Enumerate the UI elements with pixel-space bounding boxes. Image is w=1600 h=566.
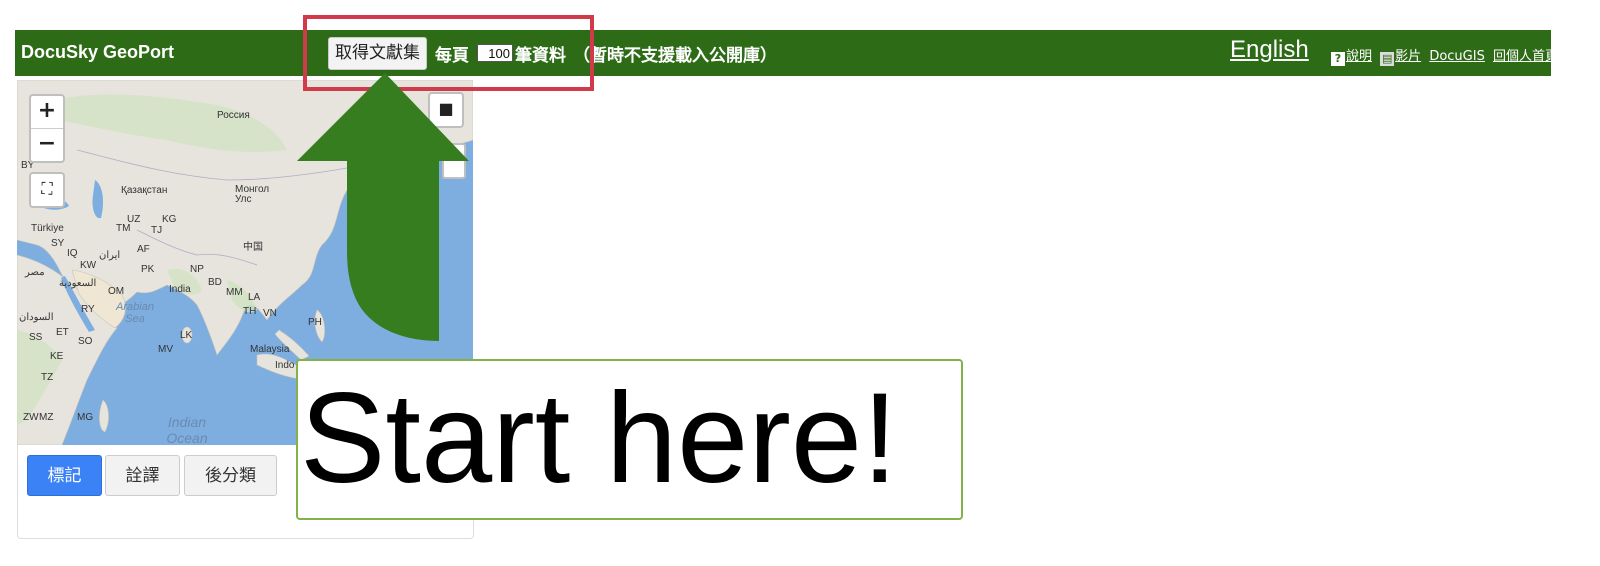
map-label-pk: PK (141, 264, 155, 275)
map-label-mg: MG (77, 412, 94, 423)
map-label-so: SO (78, 336, 93, 347)
map-label-indo: Indo (275, 360, 295, 371)
zoom-control: + − (29, 94, 65, 163)
map-label-sy: SY (51, 238, 65, 249)
map-label-mongolia: Монгол Улс (235, 184, 270, 205)
map-label-tz: TZ (41, 372, 54, 383)
docugis-link[interactable]: DocuGIS (1429, 49, 1485, 64)
brand-title: DocuSky GeoPort (21, 42, 175, 62)
map-label-china: 中国 (243, 242, 263, 253)
map-label-zw: ZW (23, 412, 39, 423)
map-label-tj: TJ (151, 225, 163, 236)
map-label-om: OM (108, 286, 125, 297)
map-label-af: AF (137, 244, 150, 255)
map-label-russia: Россия (217, 110, 250, 121)
start-here-callout: Start here! (296, 359, 963, 520)
map-label-saudi: السعودية (59, 278, 97, 289)
map-label-mz: MZ (39, 412, 54, 423)
home-link[interactable]: 回個人首頁 (1493, 49, 1558, 64)
public-db-note: （暫時不支援載入公開庫） (573, 46, 777, 66)
map-label-egypt: مصر (25, 267, 45, 278)
map-label-tm: TM (116, 223, 131, 234)
map-label-kg: KG (162, 214, 177, 225)
map-label-th: TH (243, 306, 257, 317)
map-label-et: ET (56, 327, 69, 338)
map-label-la: LA (248, 292, 261, 303)
top-navbar: DocuSky GeoPort 取得文獻集 每頁 100 筆資料 （暫時不支援載… (15, 30, 1558, 76)
map-label-lk: LK (180, 330, 193, 341)
english-link[interactable]: English (1230, 36, 1309, 64)
map-label-mm: MM (226, 287, 243, 298)
map-label-iq: IQ (67, 248, 78, 259)
map-label-mv: MV (158, 344, 173, 355)
video-link[interactable]: 影片 (1395, 49, 1421, 64)
map-label-sudan: السودان (19, 312, 54, 323)
help-icon: ? (1331, 52, 1345, 66)
fullscreen-button[interactable]: ⛶ (29, 172, 65, 208)
map-label-malaysia: Malaysia (250, 344, 290, 355)
map-label-iran: ایران (99, 250, 121, 261)
map-label-ry: RY (81, 304, 95, 315)
map-label-ke: KE (50, 351, 64, 362)
map-label-turkiye: Türkiye (31, 223, 64, 234)
tab-mark[interactable]: 標記 (27, 455, 102, 496)
video-icon: ▤ (1380, 52, 1395, 66)
tab-interpret[interactable]: 詮譯 (105, 455, 180, 496)
map-label-vn: VN (263, 308, 277, 319)
zoom-out-button[interactable]: − (31, 129, 63, 161)
map-label-arabian-sea: Arabian Sea (116, 301, 154, 325)
zoom-in-button[interactable]: + (31, 96, 63, 129)
map-label-india: India (169, 284, 191, 295)
map-label-bd: BD (208, 277, 222, 288)
map-label-np: NP (190, 264, 204, 275)
map-label-indian-ocean: Indian Ocean (166, 414, 208, 445)
right-links: ? 說明 ▤ 影片 DocuGIS 回個人首頁 (1331, 45, 1562, 66)
help-link[interactable]: 說明 (1346, 49, 1372, 64)
map-label-kazakhstan: Қазақстан (121, 185, 168, 196)
up-arrow-icon (297, 73, 469, 341)
tab-post-classify[interactable]: 後分類 (184, 455, 277, 496)
map-label-kw: KW (80, 260, 97, 271)
map-label-ss: SS (29, 332, 43, 343)
